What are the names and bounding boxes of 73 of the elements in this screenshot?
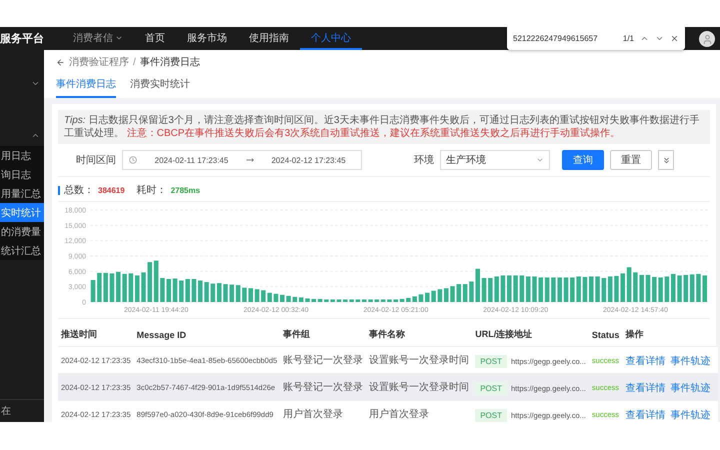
bar (696, 274, 701, 302)
bar (500, 275, 506, 302)
bar (677, 275, 682, 302)
event-name-cell: 设置账号一次登录时间 (366, 374, 472, 400)
sidebar-item[interactable]: 询日志 (0, 165, 44, 184)
bar (110, 273, 114, 302)
back-icon[interactable] (56, 58, 65, 66)
double-chevron-icon (662, 156, 670, 164)
sidebar-item[interactable]: 的消费量 (0, 222, 44, 241)
close-icon[interactable] (670, 34, 679, 43)
logo-text: 服务平台 (0, 32, 44, 46)
breadcrumb-separator: / (133, 56, 136, 68)
method-tag: POST (475, 409, 507, 422)
stat-label: 总数： (64, 184, 94, 197)
avatar[interactable] (699, 31, 715, 47)
nav-item[interactable]: 使用指南 (238, 27, 300, 50)
bar (646, 274, 650, 302)
action-link[interactable]: 查看详情 (625, 356, 666, 367)
event-group-cell: 账号登记一次登录 (280, 374, 366, 400)
field-label: 时间区间 (76, 154, 116, 167)
action-link[interactable]: 事件轨迹 (670, 383, 710, 394)
sidebar-item[interactable]: 实时统计 (0, 203, 44, 222)
bar (702, 275, 708, 302)
action-link[interactable]: 查看详情 (625, 410, 666, 421)
bar (254, 289, 260, 302)
field-label: 环境 (414, 154, 434, 167)
tab[interactable]: 事件消费日志 (56, 74, 116, 98)
environment-select[interactable]: 生产环境 (440, 150, 550, 170)
nav-item[interactable]: 服务市场 (176, 27, 238, 50)
sidebar-item[interactable]: 统计汇总 (0, 241, 44, 260)
search-button[interactable]: 查询 (562, 150, 604, 170)
bar (141, 272, 146, 302)
bar (336, 299, 342, 302)
stat-label: 耗时： (136, 184, 167, 197)
nav-item[interactable]: 首页 (134, 27, 176, 50)
action-link[interactable]: 事件轨迹 (670, 356, 710, 367)
bar (532, 276, 537, 302)
tab[interactable]: 消费实时统计 (130, 74, 190, 98)
previous-match-icon[interactable] (640, 34, 649, 43)
elapsed-time: 2785ms (170, 186, 200, 194)
total-count: 384619 (98, 186, 125, 194)
clock-icon (129, 156, 137, 164)
breadcrumb-item: 事件消费日志 (140, 56, 200, 69)
bar (90, 280, 96, 302)
action-link[interactable]: 事件轨迹 (670, 410, 710, 421)
caret-icon (536, 156, 544, 164)
bar (305, 298, 310, 302)
method-tag: POST (475, 382, 507, 395)
section-marker (58, 186, 60, 194)
bar (387, 299, 392, 302)
breadcrumb-item[interactable]: 消费验证程序 (69, 55, 129, 69)
bar (418, 294, 424, 302)
method-tag: POST (475, 355, 507, 368)
bar (450, 286, 455, 302)
event-group-cell: 账号登记一次登录 (280, 346, 366, 374)
expand-button[interactable] (658, 150, 674, 170)
sidebar-item[interactable]: 用量汇总 (0, 184, 44, 203)
nav-item[interactable]: 消费者信 (62, 27, 134, 50)
reset-button[interactable]: 重置 (610, 150, 652, 170)
bar (223, 284, 228, 302)
next-match-icon[interactable] (655, 34, 664, 43)
find-query[interactable]: 5212226247949615657 (513, 34, 617, 43)
action-link[interactable]: 查看详情 (625, 383, 666, 394)
tips-notice: Tips: 日志数据只保留近3个月，请注意选择查询时间区间。近3天未事件日志消费事件失败后，可通过日志列表的重试按钮对失败事件数据进行手工重试处理。 注意：CBCP在事件推送失败后会有3次系统自动重试推送，建议在系统重试推送失败之后再进行手动重试操作。 (58, 110, 710, 144)
date-range-field[interactable]: 2024-02-11 17:23:45 2024-02-12 17:23:45 (122, 150, 362, 170)
sidebar-item[interactable]: 用日志 (0, 146, 44, 165)
range-arrow-icon (246, 156, 254, 164)
match-count: 1/1 (622, 34, 634, 43)
bar (368, 299, 373, 302)
event-name-cell: 设置账号一次登录时间 (366, 346, 472, 374)
bar (192, 279, 196, 302)
bar (614, 276, 619, 302)
bar (564, 277, 568, 302)
